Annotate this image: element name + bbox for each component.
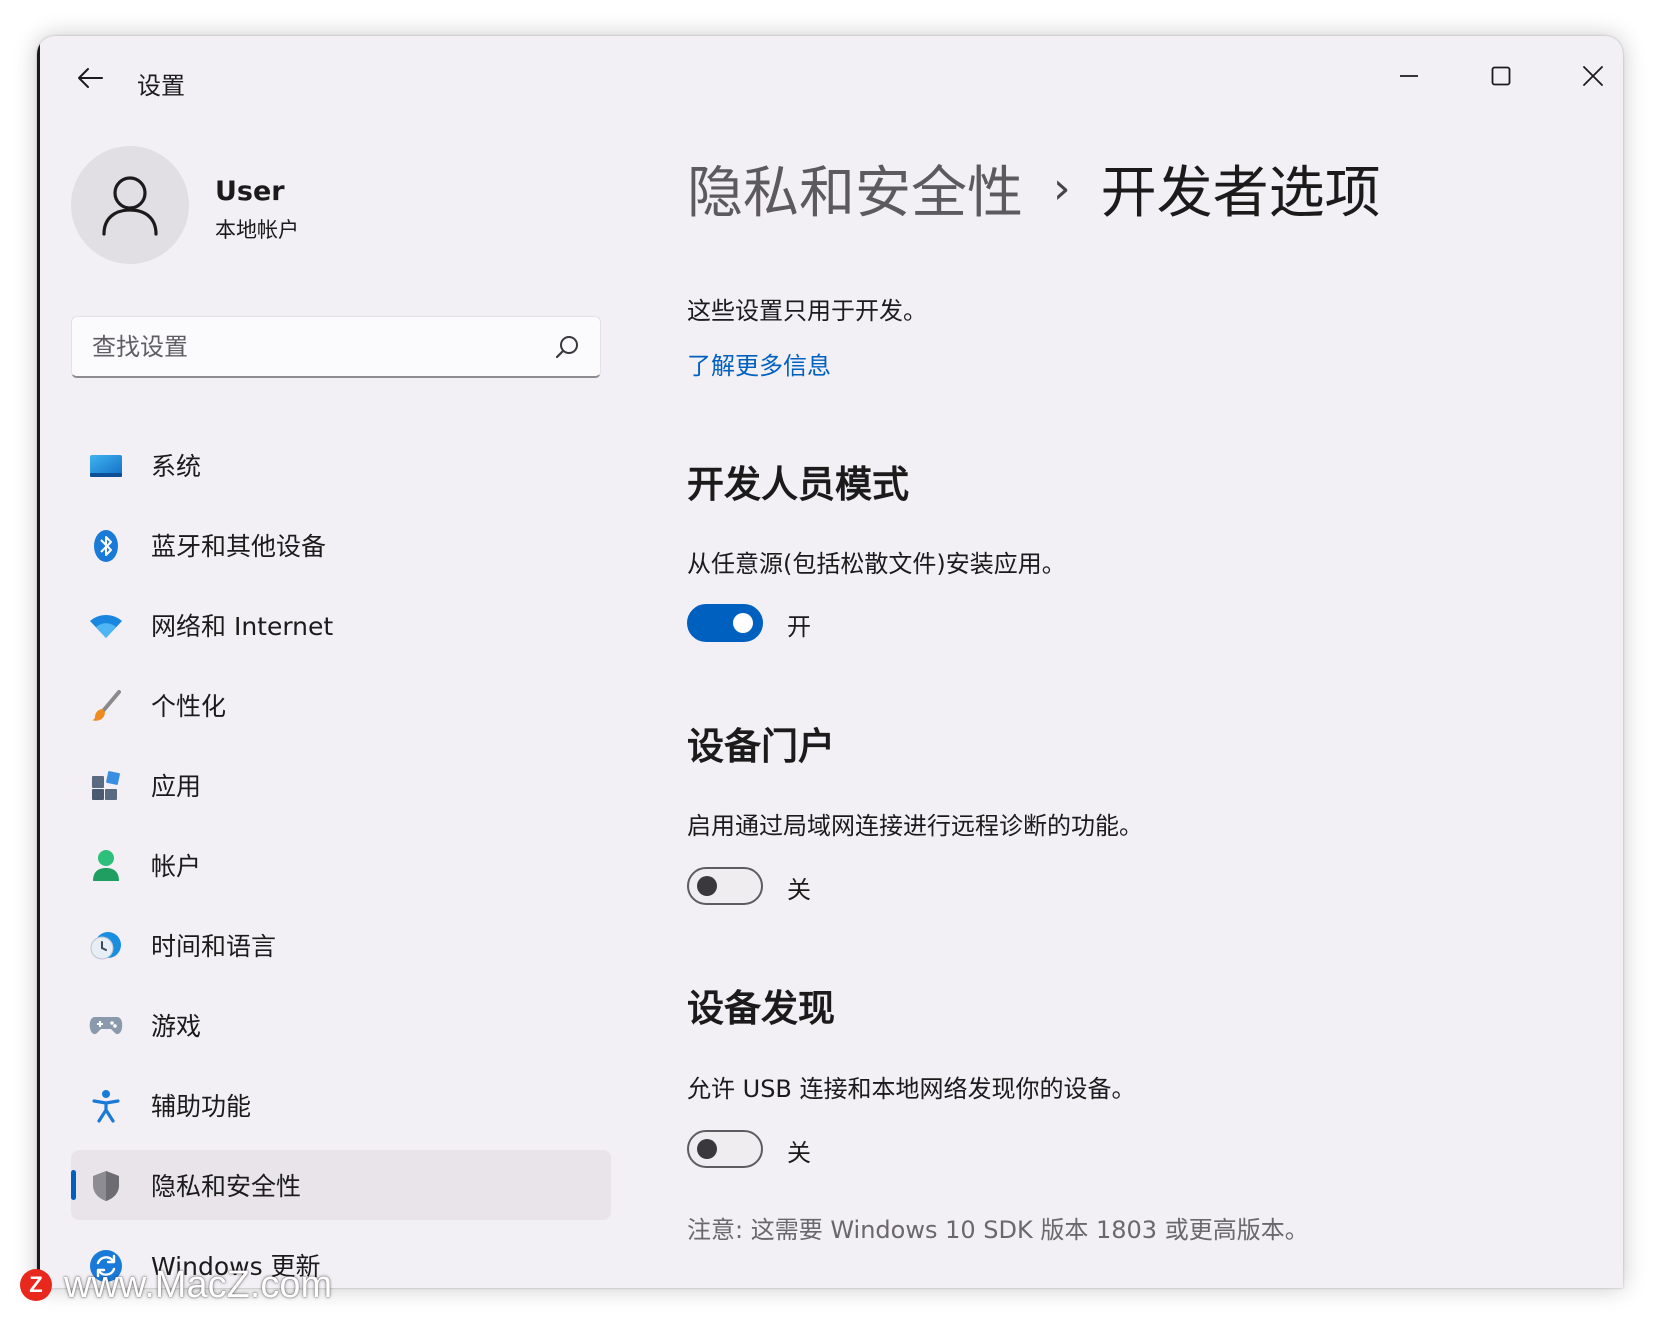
- sidebar-item-gaming[interactable]: 游戏: [71, 990, 611, 1060]
- device-portal-toggle[interactable]: [687, 867, 763, 905]
- user-icon: [102, 176, 158, 236]
- minimize-icon: [1400, 75, 1418, 77]
- device-discovery-description: 允许 USB 连接和本地网络发现你的设备。: [687, 1075, 1136, 1103]
- breadcrumb-parent-link[interactable]: 隐私和安全性: [687, 148, 1023, 229]
- system-icon: [89, 449, 123, 483]
- macz-logo-icon: Z: [20, 1269, 52, 1301]
- shield-icon: [89, 1169, 123, 1203]
- sidebar-item-label: 时间和语言: [151, 932, 277, 961]
- breadcrumb: 隐私和安全性 › 开发者选项: [687, 148, 1381, 228]
- toggle-knob: [697, 876, 717, 896]
- device-discovery-toggle[interactable]: [687, 1130, 763, 1168]
- sidebar-item-bluetooth[interactable]: 蓝牙和其他设备: [71, 510, 611, 580]
- gamepad-icon: [89, 1009, 123, 1043]
- account-type: 本地帐户: [215, 218, 299, 242]
- sidebar-nav: 系统 蓝牙和其他设备 网络和 Internet 个性化 应用 帐户 时间和语言 …: [71, 430, 611, 1288]
- device-discovery-toggle-label: 关: [787, 1139, 811, 1167]
- page-title: 开发者选项: [1100, 160, 1381, 226]
- breadcrumb-separator: ›: [1053, 162, 1071, 214]
- search-box[interactable]: [71, 316, 601, 378]
- bluetooth-icon: [89, 529, 123, 563]
- brush-icon: [89, 689, 123, 723]
- close-icon: [1583, 66, 1603, 86]
- avatar[interactable]: [71, 146, 189, 264]
- accessibility-icon: [89, 1089, 123, 1123]
- sidebar-item-personalization[interactable]: 个性化: [71, 670, 611, 740]
- sidebar-item-label: 游戏: [151, 1012, 202, 1041]
- title-bar: 设置: [37, 36, 1623, 116]
- time-language-icon: [89, 929, 123, 963]
- sidebar-item-system[interactable]: 系统: [71, 430, 611, 500]
- wifi-icon: [89, 609, 123, 643]
- sidebar-item-time-language[interactable]: 时间和语言: [71, 910, 611, 980]
- toggle-knob: [697, 1139, 717, 1159]
- learn-more-link[interactable]: 了解更多信息: [687, 346, 831, 381]
- sidebar-item-network[interactable]: 网络和 Internet: [71, 590, 611, 660]
- back-arrow-icon: [78, 68, 103, 88]
- sidebar-item-label: 蓝牙和其他设备: [151, 532, 327, 561]
- account-icon: [89, 849, 123, 883]
- developer-mode-toggle-label: 开: [787, 613, 811, 641]
- sidebar-item-label: 隐私和安全性: [151, 1172, 302, 1201]
- developer-mode-description: 从任意源(包括松散文件)安装应用。: [687, 550, 1066, 578]
- close-button[interactable]: [1563, 54, 1623, 98]
- device-discovery-title: 设备发现: [687, 987, 835, 1030]
- back-button[interactable]: [67, 58, 113, 98]
- watermark-text: www.MacZ.com: [64, 1263, 333, 1306]
- sidebar-item-label: 应用: [151, 772, 202, 801]
- sidebar-item-label: 网络和 Internet: [151, 612, 334, 641]
- apps-icon: [89, 769, 123, 803]
- sidebar-item-label: 系统: [151, 452, 202, 481]
- developer-mode-toggle[interactable]: [687, 604, 763, 642]
- device-portal-toggle-label: 关: [787, 876, 811, 904]
- watermark: Z www.MacZ.com: [20, 1260, 332, 1310]
- maximize-icon: [1491, 66, 1511, 86]
- sidebar-item-accounts[interactable]: 帐户: [71, 830, 611, 900]
- app-title: 设置: [137, 72, 185, 100]
- toggle-knob: [733, 613, 753, 633]
- minimize-button[interactable]: [1379, 54, 1439, 98]
- settings-window: 设置 User 本地帐户 查找设置 系统 蓝牙和其他设备 网络和 Interne…: [37, 36, 1623, 1288]
- intro-text: 这些设置只用于开发。: [687, 297, 927, 325]
- device-portal-description: 启用通过局域网连接进行远程诊断的功能。: [687, 812, 1143, 840]
- user-name: User: [215, 176, 285, 207]
- sidebar-item-privacy-security[interactable]: 隐私和安全性: [71, 1150, 611, 1220]
- sdk-requirement-note: 注意: 这需要 Windows 10 SDK 版本 1803 或更高版本。: [687, 1216, 1309, 1244]
- sidebar-item-apps[interactable]: 应用: [71, 750, 611, 820]
- search-input[interactable]: [90, 317, 534, 377]
- search-icon[interactable]: [554, 334, 580, 360]
- sidebar-item-label: 个性化: [151, 692, 227, 721]
- maximize-button[interactable]: [1471, 54, 1531, 98]
- developer-mode-title: 开发人员模式: [687, 463, 909, 506]
- sidebar-item-label: 帐户: [151, 852, 202, 881]
- sidebar-item-accessibility[interactable]: 辅助功能: [71, 1070, 611, 1140]
- device-portal-title: 设备门户: [687, 725, 835, 768]
- sidebar-item-label: 辅助功能: [151, 1092, 252, 1121]
